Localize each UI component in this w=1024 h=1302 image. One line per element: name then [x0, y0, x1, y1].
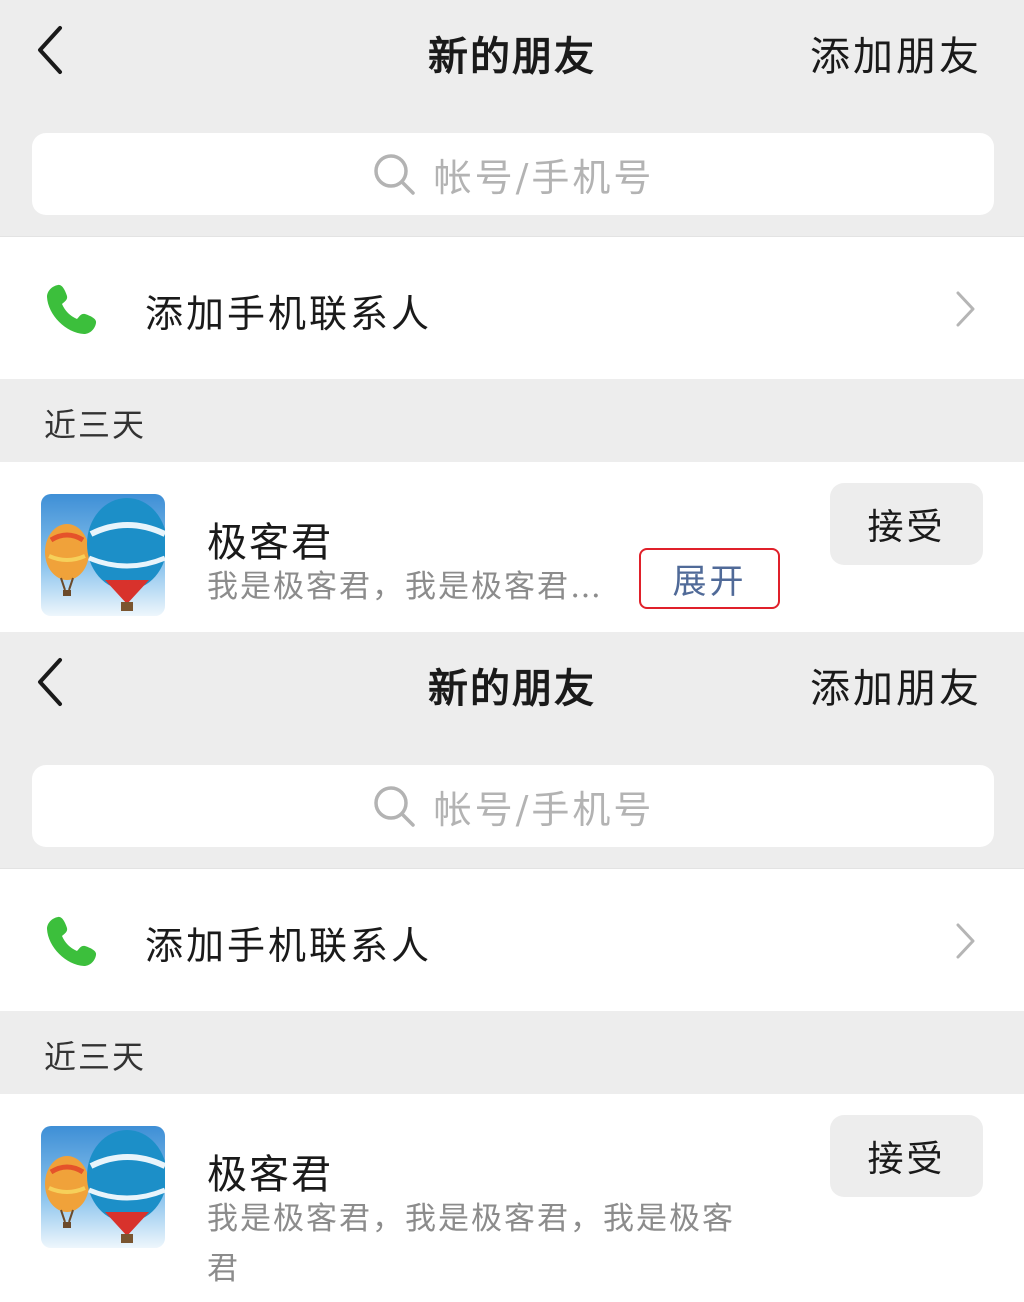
accept-button[interactable]: 接受 — [830, 483, 983, 565]
section-header-recent: 近三天 — [44, 1038, 147, 1076]
chevron-right-icon — [956, 291, 975, 327]
expand-link[interactable]: 展开 — [639, 548, 780, 609]
search-icon — [373, 154, 415, 195]
requester-name: 极客君 — [207, 1152, 333, 1198]
search-input[interactable]: 帐号/手机号 — [32, 133, 994, 215]
search-placeholder: 帐号/手机号 — [433, 787, 655, 832]
new-friends-screen-expanded: 新的朋友 添加朋友 帐号/手机号 添加手机联系人 近三天 极客君 我是极客君，我… — [0, 632, 1024, 1302]
chevron-right-icon — [956, 923, 975, 959]
search-placeholder: 帐号/手机号 — [433, 155, 655, 200]
add-phone-contacts-label: 添加手机联系人 — [145, 924, 433, 968]
navigation-bar: 新的朋友 添加朋友 — [0, 632, 1024, 732]
phone-icon — [47, 916, 97, 966]
add-phone-contacts-label: 添加手机联系人 — [145, 292, 433, 336]
phone-icon — [47, 284, 97, 334]
balloon-avatar — [41, 494, 165, 616]
request-message: 我是极客君，我是极客君… — [207, 569, 603, 605]
add-phone-contacts-row[interactable]: 添加手机联系人 — [0, 236, 1024, 379]
new-friends-screen-collapsed: 新的朋友 添加朋友 帐号/手机号 添加手机联系人 近三天 极客君 我是极客君，我… — [0, 0, 1024, 632]
accept-button[interactable]: 接受 — [830, 1115, 983, 1197]
friend-request-item[interactable]: 极客君 我是极客君，我是极客君… 展开 接受 — [0, 462, 1024, 632]
search-input[interactable]: 帐号/手机号 — [32, 765, 994, 847]
search-icon — [373, 786, 415, 827]
navigation-bar: 新的朋友 添加朋友 — [0, 0, 1024, 100]
balloon-avatar — [41, 1126, 165, 1248]
add-friend-button[interactable]: 添加朋友 — [810, 24, 982, 82]
section-header-recent: 近三天 — [44, 406, 147, 444]
request-message: 我是极客君，我是极客君，我是极客君 — [207, 1201, 735, 1287]
add-friend-button[interactable]: 添加朋友 — [810, 656, 982, 714]
add-phone-contacts-row[interactable]: 添加手机联系人 — [0, 868, 1024, 1011]
requester-name: 极客君 — [207, 520, 333, 566]
friend-request-item[interactable]: 极客君 我是极客君，我是极客君，我是极客君 接受 — [0, 1094, 1024, 1302]
